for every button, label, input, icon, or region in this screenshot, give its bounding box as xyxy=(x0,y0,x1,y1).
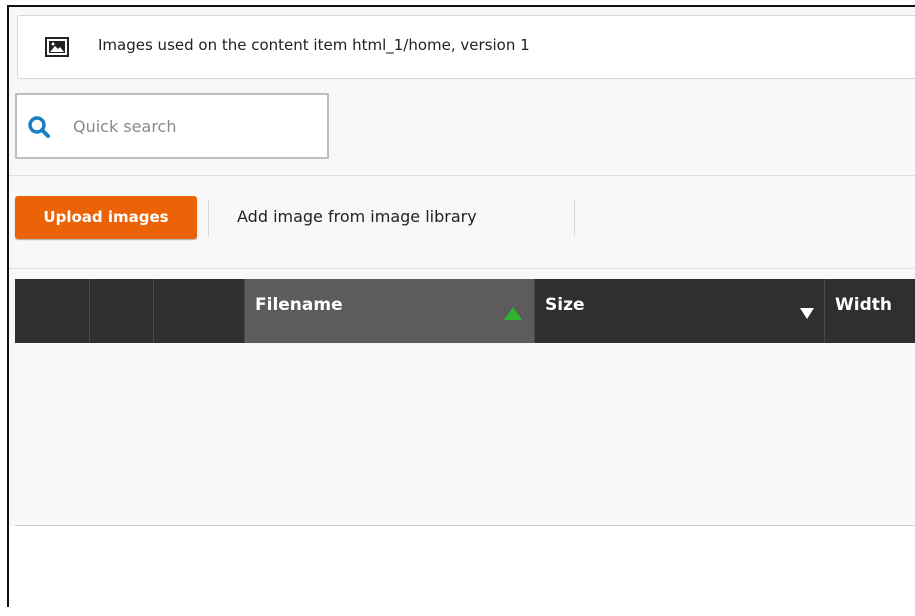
search-placeholder: Quick search xyxy=(73,117,177,136)
divider xyxy=(9,175,915,176)
upload-images-button[interactable]: Upload images xyxy=(15,196,197,239)
column-header-select[interactable] xyxy=(15,279,90,343)
dialog-footer-area xyxy=(9,526,915,616)
dialog-title: Images used on the content item html_1/h… xyxy=(98,36,530,54)
sort-dropdown-icon[interactable] xyxy=(800,308,814,319)
table-header: Filename Size Width xyxy=(15,279,915,343)
add-from-library-button[interactable]: Add image from image library xyxy=(237,207,477,226)
table-body-empty xyxy=(15,343,915,526)
toolbar-separator xyxy=(574,200,575,236)
sort-ascending-icon xyxy=(504,307,522,320)
dialog-title-bar: Images used on the content item html_1/h… xyxy=(17,15,915,79)
divider xyxy=(9,268,915,269)
column-label: Width xyxy=(835,295,892,315)
quick-search-input[interactable]: Quick search xyxy=(15,93,329,159)
column-header-width[interactable]: Width xyxy=(825,279,915,343)
column-header-filename[interactable]: Filename xyxy=(245,279,535,343)
dialog-frame: Images used on the content item html_1/h… xyxy=(7,5,915,616)
column-header-actions[interactable] xyxy=(154,279,245,343)
column-header-size[interactable]: Size xyxy=(535,279,825,343)
column-header-preview[interactable] xyxy=(90,279,154,343)
column-label: Filename xyxy=(255,295,343,315)
image-icon xyxy=(45,37,69,57)
toolbar-separator xyxy=(208,200,209,236)
column-label: Size xyxy=(545,295,585,315)
search-icon xyxy=(27,115,51,139)
